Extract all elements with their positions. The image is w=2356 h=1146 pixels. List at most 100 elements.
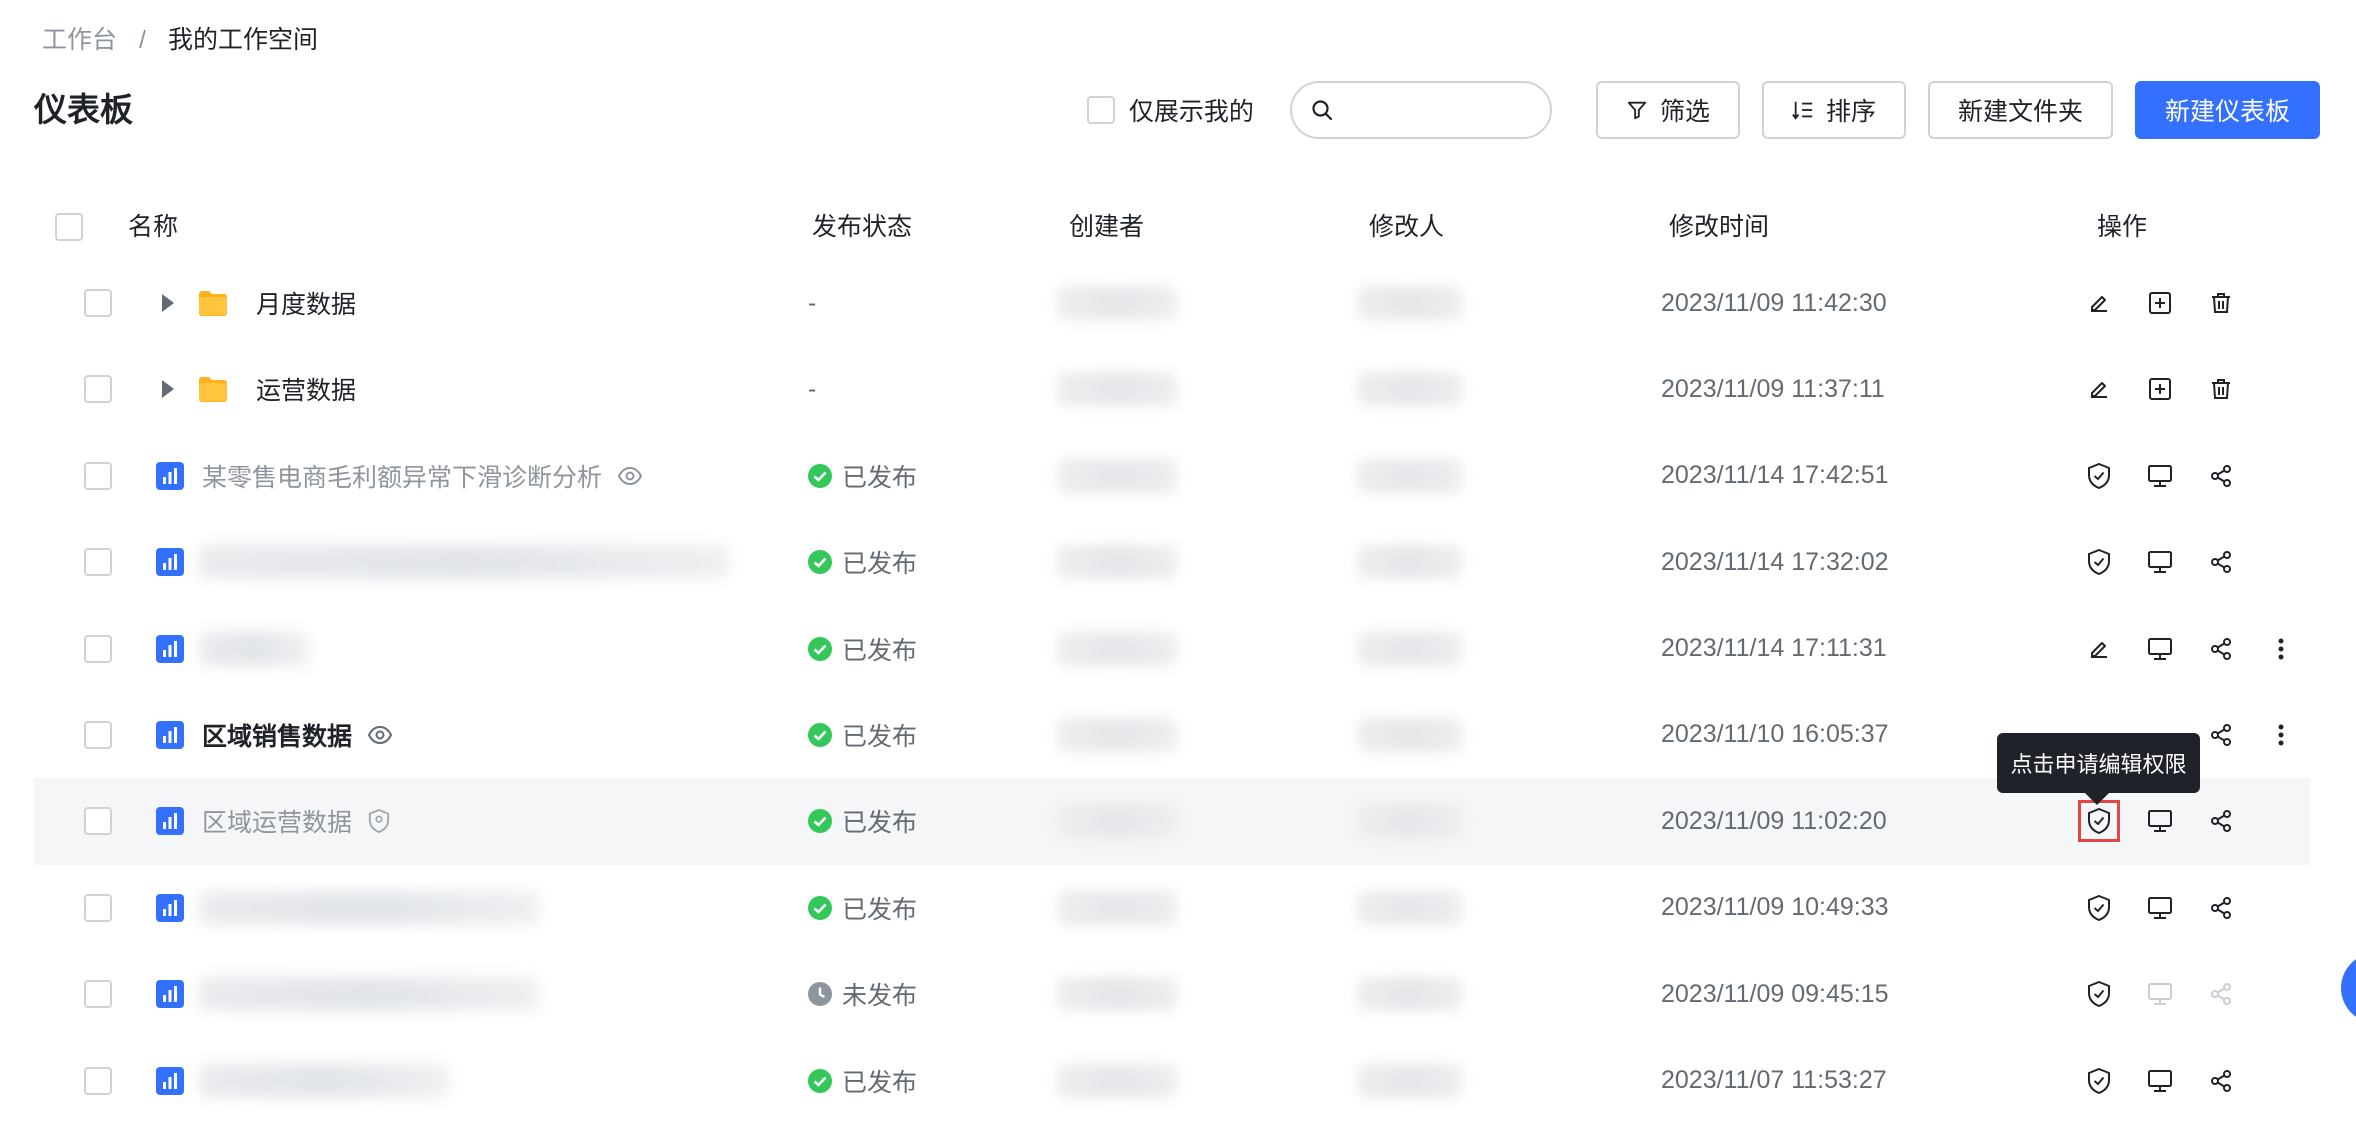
item-name[interactable]: 某零售电商毛利额异常下滑诊断分析: [202, 458, 602, 494]
modified-time: 2023/11/14 17:42:51: [1661, 461, 1889, 490]
table-row[interactable]: 区域销售数据 已发布 2023/11/10 16:05:37: [34, 692, 2310, 778]
table-row[interactable]: 月度数据 - 2023/11/09 11:42:30: [34, 260, 2310, 346]
floating-help-button[interactable]: [2341, 953, 2356, 1023]
modified-time: 2023/11/07 11:53:27: [1661, 1066, 1887, 1095]
select-all-checkbox[interactable]: [55, 213, 83, 241]
permission-shield-icon[interactable]: [2084, 1066, 2114, 1096]
published-check-icon: [808, 550, 832, 575]
table-row[interactable]: 已发布 2023/11/09 10:49:33: [34, 865, 2310, 951]
share-icon[interactable]: [2206, 720, 2236, 750]
share-icon[interactable]: [2206, 806, 2236, 836]
request-edit-permission-icon[interactable]: [2078, 800, 2120, 843]
row-checkbox[interactable]: [84, 720, 112, 749]
no-permission-shield-icon[interactable]: [368, 809, 390, 834]
header-creator[interactable]: 创建者: [1069, 207, 1144, 243]
header-mtime[interactable]: 修改时间: [1669, 207, 1769, 243]
folder-icon: [199, 291, 227, 316]
table-row[interactable]: 已发布 2023/11/14 17:11:31: [34, 606, 2310, 692]
item-name[interactable]: 运营数据: [256, 371, 356, 407]
table-row[interactable]: 运营数据 - 2023/11/09 11:37:11: [34, 346, 2310, 432]
edit-icon[interactable]: [2084, 634, 2114, 664]
permission-shield-icon[interactable]: [2084, 893, 2114, 923]
item-name-redacted[interactable]: [199, 631, 309, 666]
eye-icon[interactable]: [618, 466, 643, 485]
permission-shield-icon[interactable]: [2084, 461, 2114, 491]
status-text: 已发布: [842, 809, 918, 838]
modified-time: 2023/11/09 11:37:11: [1661, 374, 1885, 403]
modifier-redacted: [1357, 545, 1462, 580]
table-header: 名称 发布状态 创建者 修改人 修改时间 操作: [34, 190, 2310, 260]
dashboard-table: 名称 发布状态 创建者 修改人 修改时间 操作 月度数据 - 2023/11/0…: [34, 190, 2310, 1124]
creator-redacted: [1057, 1063, 1177, 1098]
modifier-redacted: [1357, 717, 1462, 752]
more-menu-icon[interactable]: [2266, 720, 2296, 750]
row-checkbox[interactable]: [84, 461, 112, 490]
table-row[interactable]: 已发布 2023/11/14 17:32:02: [34, 519, 2310, 605]
present-icon[interactable]: [2145, 634, 2175, 664]
edit-icon[interactable]: [2084, 374, 2114, 404]
table-row[interactable]: 区域运营数据 已发布 2023/11/09 11:02:20: [34, 778, 2310, 865]
share-icon-disabled: [2206, 979, 2236, 1009]
present-icon[interactable]: [2145, 1066, 2175, 1096]
row-checkbox[interactable]: [84, 634, 112, 663]
row-checkbox[interactable]: [84, 893, 112, 922]
only-mine-checkbox[interactable]: [1086, 96, 1115, 124]
item-name-redacted[interactable]: [199, 890, 539, 925]
expand-caret-icon[interactable]: [162, 294, 174, 312]
present-icon[interactable]: [2145, 547, 2175, 577]
published-check-icon: [808, 636, 832, 661]
header-modifier[interactable]: 修改人: [1369, 207, 1444, 243]
delete-icon[interactable]: [2206, 374, 2236, 404]
present-icon[interactable]: [2145, 461, 2175, 491]
row-checkbox[interactable]: [84, 807, 112, 836]
only-mine-toggle[interactable]: 仅展示我的: [1086, 92, 1254, 128]
row-checkbox[interactable]: [84, 980, 112, 1009]
permission-shield-icon[interactable]: [2084, 547, 2114, 577]
permission-tooltip: 点击申请编辑权限: [1997, 733, 2200, 805]
new-folder-button[interactable]: 新建文件夹: [1927, 81, 2113, 139]
header-name[interactable]: 名称: [128, 207, 178, 243]
delete-icon[interactable]: [2206, 288, 2236, 318]
more-menu-icon[interactable]: [2266, 634, 2296, 664]
item-name[interactable]: 区域销售数据: [202, 717, 352, 753]
expand-caret-icon[interactable]: [162, 380, 174, 399]
item-name-redacted[interactable]: [199, 977, 539, 1012]
present-icon[interactable]: [2145, 806, 2175, 836]
sort-button[interactable]: 排序: [1761, 81, 1906, 139]
modified-time: 2023/11/14 17:11:31: [1661, 634, 1887, 663]
search-box[interactable]: [1289, 81, 1552, 139]
permission-shield-icon[interactable]: [2084, 979, 2114, 1009]
published-check-icon: [808, 722, 832, 747]
filter-button[interactable]: 筛选: [1595, 81, 1740, 139]
share-icon[interactable]: [2206, 893, 2236, 923]
header-ops: 操作: [2097, 213, 2148, 241]
published-check-icon: [808, 809, 832, 834]
search-input[interactable]: [1343, 96, 1534, 124]
row-checkbox[interactable]: [84, 1066, 112, 1095]
item-name[interactable]: 区域运营数据: [202, 803, 352, 839]
table-row[interactable]: 未发布 2023/11/09 09:45:15: [34, 951, 2310, 1037]
new-dashboard-button[interactable]: 新建仪表板: [2134, 81, 2320, 139]
share-icon[interactable]: [2206, 634, 2236, 664]
table-row[interactable]: 已发布 2023/11/07 11:53:27: [34, 1038, 2310, 1124]
header-status[interactable]: 发布状态: [812, 207, 912, 243]
edit-icon[interactable]: [2084, 288, 2114, 318]
breadcrumb-home[interactable]: 工作台: [42, 22, 117, 58]
eye-icon[interactable]: [368, 725, 393, 744]
table-row[interactable]: 某零售电商毛利额异常下滑诊断分析 已发布 2023/11/14 17:42:51: [34, 433, 2310, 519]
add-icon[interactable]: [2145, 288, 2175, 318]
add-icon[interactable]: [2145, 374, 2175, 404]
dashboard-icon: [156, 720, 184, 749]
creator-redacted: [1057, 631, 1177, 666]
share-icon[interactable]: [2206, 461, 2236, 491]
share-icon[interactable]: [2206, 1066, 2236, 1096]
modifier-redacted: [1357, 977, 1462, 1012]
present-icon[interactable]: [2145, 893, 2175, 923]
status-text: 未发布: [842, 982, 918, 1011]
filter-icon: [1627, 101, 1647, 120]
item-name[interactable]: 月度数据: [256, 285, 356, 321]
row-checkbox[interactable]: [84, 548, 112, 577]
item-name-redacted[interactable]: [199, 1063, 449, 1098]
item-name-redacted[interactable]: [199, 545, 729, 580]
share-icon[interactable]: [2206, 547, 2236, 577]
